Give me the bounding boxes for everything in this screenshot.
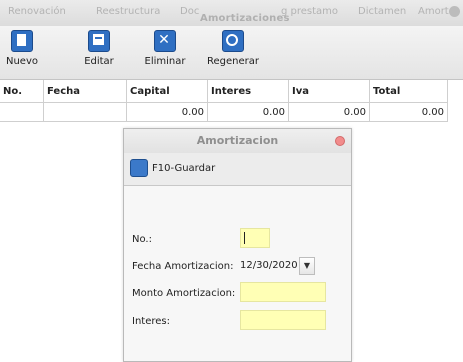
table-header-row: No. Fecha Capital Interes Iva Total [0,80,448,103]
eliminar-label: Eliminar [144,56,186,67]
save-label: F10-Guardar [152,163,216,174]
col-iva[interactable]: Iva [288,80,370,103]
regenerate-icon [222,30,244,52]
cell-iva: 0.00 [288,102,370,122]
tab-reestructura[interactable]: Reestructura [96,6,160,17]
text-cursor [244,232,245,244]
interes-input[interactable] [240,310,326,330]
tab-dictamen[interactable]: Dictamen [358,6,406,17]
amortizaciones-table: No. Fecha Capital Interes Iva Total 0.00… [0,80,448,122]
edit-icon [88,30,110,52]
monto-label: Monto Amortizacion: [132,288,236,299]
table-row[interactable]: 0.00 0.00 0.00 0.00 [0,102,448,122]
col-capital[interactable]: Capital [126,80,208,103]
regenerar-button[interactable]: Regenerar [206,30,260,74]
tab-renovacion[interactable]: Renovación [8,6,66,17]
editar-label: Editar [84,56,114,67]
window-close-icon[interactable] [449,6,460,17]
cell-fecha [43,102,127,122]
cell-no [0,102,44,122]
eliminar-button[interactable]: ✕ Eliminar [143,30,187,74]
col-no[interactable]: No. [0,80,44,103]
cell-total: 0.00 [369,102,448,122]
no-input[interactable] [240,228,270,248]
dialog-close-icon[interactable] [335,136,345,146]
dialog-title: Amortizacion [124,129,351,153]
col-total[interactable]: Total [369,80,448,103]
nuevo-button[interactable]: Nuevo [4,30,40,74]
cell-interes: 0.00 [207,102,289,122]
tab-doc[interactable]: Doc [180,6,199,17]
interes-label: Interes: [132,316,170,327]
tab-amort[interactable]: Amort [418,6,449,17]
regenerar-label: Regenerar [207,56,259,67]
monto-input[interactable] [240,282,326,302]
toolbar: Nuevo Editar ✕ Eliminar Regenerar [0,26,463,80]
fecha-input[interactable]: 12/30/2020 [240,256,298,276]
fecha-label: Fecha Amortizacion: [132,261,234,272]
date-dropdown-icon[interactable]: ▼ [299,257,315,275]
new-document-icon [11,30,33,52]
delete-icon: ✕ [154,30,176,52]
top-tab-bar: Renovación Reestructura Doc g prestamo D… [0,0,463,27]
no-label: No.: [132,234,152,245]
save-icon [130,159,148,177]
dialog-form: No.: Fecha Amortizacion: 12/30/2020 ▼ Mo… [124,186,351,361]
nuevo-label: Nuevo [5,56,38,67]
col-fecha[interactable]: Fecha [43,80,127,103]
col-interes[interactable]: Interes [207,80,289,103]
window-title: Amortizaciones [200,13,290,24]
cell-capital: 0.00 [126,102,208,122]
editar-button[interactable]: Editar [82,30,116,74]
dialog-toolbar: F10-Guardar [124,153,351,186]
amortizacion-dialog: Amortizacion F10-Guardar No.: Fecha Amor… [123,128,352,362]
